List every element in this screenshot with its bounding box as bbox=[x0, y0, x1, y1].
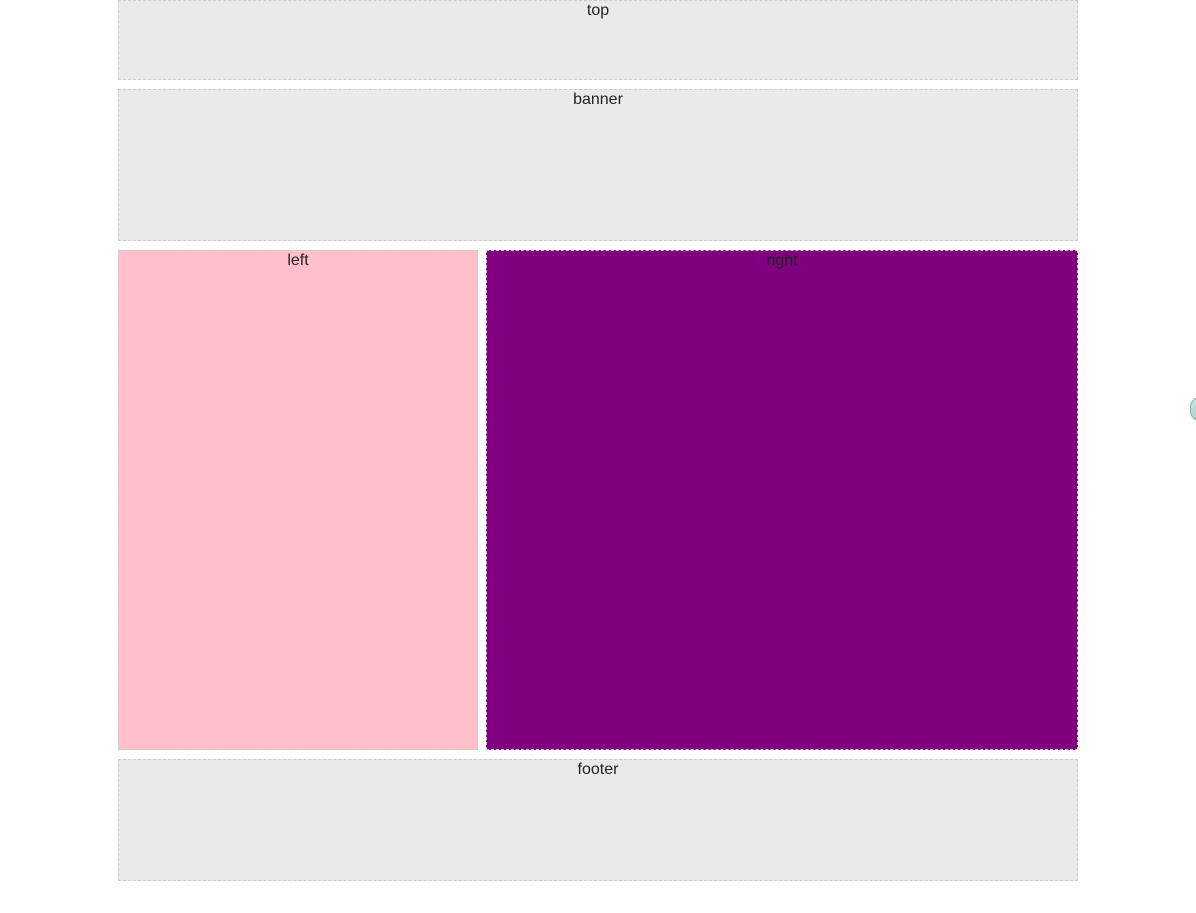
top-label: top bbox=[587, 1, 609, 20]
floating-badge-icon[interactable] bbox=[1190, 397, 1196, 421]
top-region: top bbox=[118, 0, 1078, 80]
middle-row: left right bbox=[118, 250, 1078, 750]
right-label: right bbox=[766, 251, 797, 270]
left-region: left bbox=[118, 250, 478, 750]
banner-region: banner bbox=[118, 89, 1078, 241]
footer-label: footer bbox=[578, 760, 619, 779]
banner-label: banner bbox=[573, 90, 623, 109]
footer-region: footer bbox=[118, 759, 1078, 881]
left-label: left bbox=[287, 251, 308, 270]
layout-container: top banner left right footer bbox=[118, 0, 1078, 881]
right-region: right bbox=[486, 250, 1078, 750]
